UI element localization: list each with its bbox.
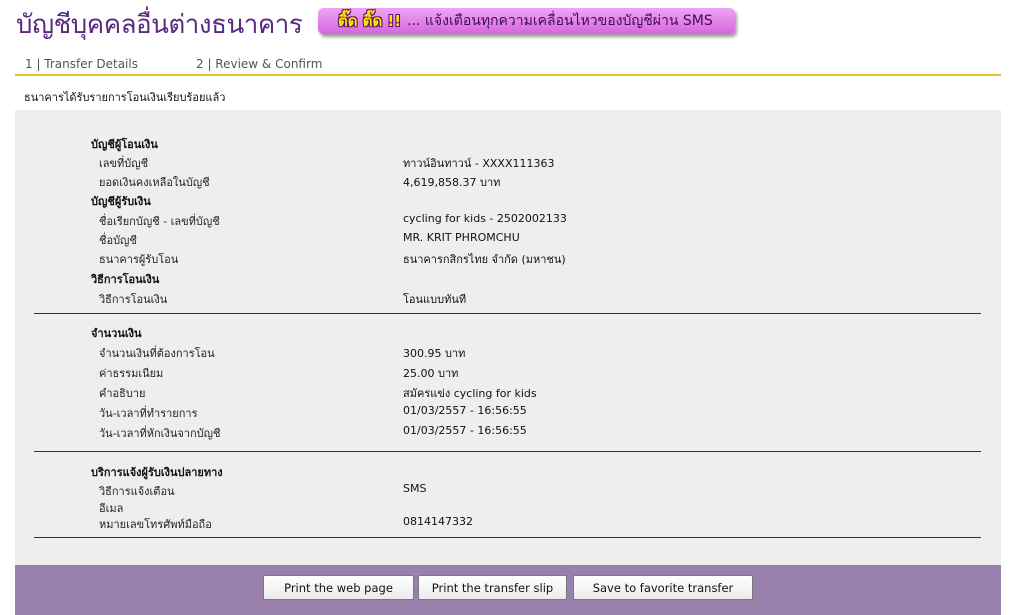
transfer-amount-label: จำนวนเงินที่ต้องการโอน [99, 347, 215, 360]
notify-method-label: วิธีการแจ้งเตือน [99, 485, 175, 498]
transfer-amount-value: 300.95 บาท [403, 347, 466, 360]
description-label: คำอธิบาย [99, 387, 146, 400]
section-divider [34, 313, 981, 314]
section-heading-amount: จำนวนเงิน [91, 327, 142, 340]
transaction-datetime-label: วัน-เวลาที่ทำรายการ [99, 407, 198, 420]
step-indicator: 1 | Transfer Details 2 | Review & Confir… [25, 57, 322, 71]
to-bank-label: ธนาคารผู้รับโอน [99, 253, 179, 266]
action-bar: Print the web page Print the transfer sl… [15, 565, 1001, 615]
to-account-nickname-label: ชื่อเรียกบัญชี - เลขที่บัญชี [99, 215, 220, 228]
section-heading-notify: บริการแจ้งผู้รับเงินปลายทาง [91, 466, 223, 479]
to-bank-value: ธนาคารกสิกรไทย จำกัด (มหาชน) [403, 253, 566, 266]
fee-value: 25.00 บาท [403, 367, 459, 380]
sms-banner-text: ... แจ้งเตือนทุกความเคลื่อนไหวของบัญชีผ่… [407, 13, 713, 29]
section-divider [34, 451, 981, 452]
steps-divider [15, 74, 1001, 76]
notify-method-value: SMS [403, 482, 427, 495]
transfer-method-label: วิธีการโอนเงิน [99, 293, 168, 306]
fee-label: ค่าธรรมเนียม [99, 367, 164, 380]
to-account-name-label: ชื่อบัญชี [99, 234, 137, 247]
transaction-datetime-value: 01/03/2557 - 16:56:55 [403, 404, 527, 417]
page-title: บัญชีบุคคลอื่นต่างธนาคาร [16, 10, 303, 40]
from-balance-value: 4,619,858.37 บาท [403, 176, 501, 189]
sms-banner-hot-text: ติ๊ด ติ๊ด !! [338, 12, 402, 30]
sms-promo-banner[interactable]: ติ๊ด ติ๊ด !! ... แจ้งเตือนทุกความเคลื่อน… [318, 8, 735, 34]
step-transfer-details: 1 | Transfer Details [25, 57, 138, 71]
debit-datetime-value: 01/03/2557 - 16:56:55 [403, 424, 527, 437]
print-web-page-button[interactable]: Print the web page [263, 575, 414, 600]
print-transfer-slip-button[interactable]: Print the transfer slip [418, 575, 567, 600]
to-account-nickname-value: cycling for kids - 2502002133 [403, 212, 567, 225]
description-value: สมัครแข่ง cycling for kids [403, 387, 537, 400]
notify-phone-label: หมายเลขโทรศัพท์มือถือ [99, 518, 212, 531]
from-account-number-value: ทาวน์อินทาวน์ - XXXX111363 [403, 157, 555, 170]
transfer-summary-panel: บัญชีผู้โอนเงิน เลขที่บัญชี ทาวน์อินทาวน… [15, 110, 1001, 565]
from-balance-label: ยอดเงินคงเหลือในบัญชี [99, 176, 210, 189]
section-heading-to-account: บัญชีผู้รับเงิน [91, 195, 151, 208]
from-account-number-label: เลขที่บัญชี [99, 157, 149, 170]
debit-datetime-label: วัน-เวลาที่หักเงินจากบัญชี [99, 427, 221, 440]
status-message: ธนาคารได้รับรายการโอนเงินเรียบร้อยแล้ว [24, 91, 226, 104]
step-review-confirm: 2 | Review & Confirm [196, 57, 323, 71]
notify-phone-value: 0814147332 [403, 515, 473, 528]
save-favorite-transfer-button[interactable]: Save to favorite transfer [573, 575, 753, 600]
section-heading-from-account: บัญชีผู้โอนเงิน [91, 138, 158, 151]
transfer-method-value: โอนแบบทันที [403, 293, 467, 306]
to-account-name-value: MR. KRIT PHROMCHU [403, 231, 520, 244]
section-divider [34, 537, 981, 538]
section-heading-method: วิธีการโอนเงิน [91, 273, 160, 286]
